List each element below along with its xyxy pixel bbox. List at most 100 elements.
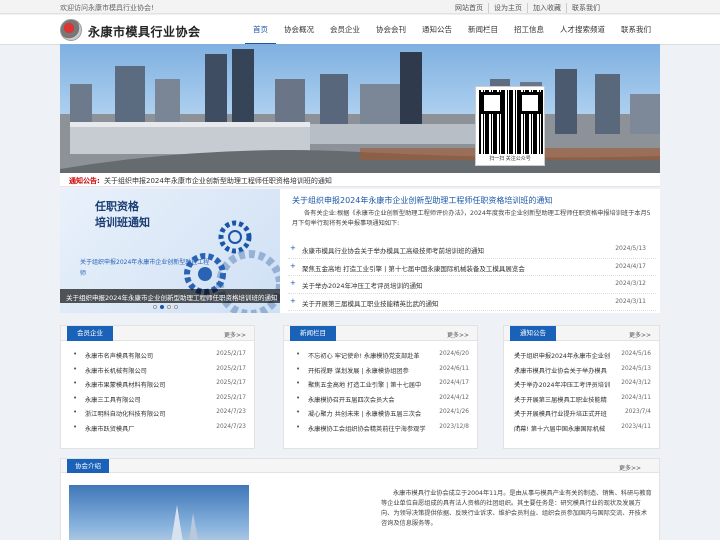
intro-header: 协会介绍 更多>> bbox=[61, 459, 659, 473]
list-item-date: 2024/7/23 bbox=[216, 423, 246, 430]
list-item-title[interactable]: 永康模协召开五届四次会员大会 bbox=[308, 395, 436, 404]
list-item[interactable]: 永康市跃贸模具厂2024/7/23 bbox=[61, 421, 254, 436]
slide-dot[interactable] bbox=[167, 305, 171, 309]
list-item[interactable]: 关于组织申报2024年永康市企业创 2024/5/16 bbox=[504, 348, 659, 363]
list-item-title[interactable]: 关于开展第三届模具工职业技能精 bbox=[514, 395, 612, 404]
building-image bbox=[171, 505, 199, 540]
logo-icon[interactable] bbox=[60, 19, 82, 41]
list-item-title[interactable]: 聚焦五金高地 打造工业引擎 | 第十七届中 bbox=[308, 380, 436, 389]
list-item-date: 2024/5/13 bbox=[621, 365, 651, 372]
list-item[interactable]: 永康模协工会组织协会精英前往宁海参观学2023/12/8 bbox=[284, 421, 477, 436]
nav-item-about[interactable]: 协会概况 bbox=[276, 15, 322, 45]
list-item[interactable]: 永康市模具行业协会关于举办模具工高级技师考前培训班的通知 2024/5/13 bbox=[288, 241, 656, 259]
slide-dot[interactable] bbox=[160, 305, 164, 309]
slide-heading: 任职资格 培训班通知 bbox=[95, 199, 150, 231]
nav-item-contact[interactable]: 联系我们 bbox=[613, 15, 659, 45]
intro-tab[interactable]: 协会介绍 bbox=[67, 459, 109, 473]
city-skyline-image bbox=[60, 49, 660, 173]
link-set-homepage[interactable]: 设为主页 bbox=[488, 3, 527, 13]
list-item[interactable]: 关于举办2024年冲压工考评员培训 2024/3/12 bbox=[504, 377, 659, 392]
list-item[interactable]: 永康市果蒙模具材料有限公司2025/2/17 bbox=[61, 377, 254, 392]
nav-item-news[interactable]: 新闻栏目 bbox=[460, 15, 506, 45]
list-item-title[interactable]: 浙江明科自动化科技有限公司 bbox=[85, 409, 213, 418]
notice-label: 通知公告: bbox=[69, 177, 100, 185]
list-item-title[interactable]: 永康市跃贸模具厂 bbox=[85, 424, 213, 433]
list-item-date: 2024/5/16 bbox=[621, 351, 651, 357]
members-tab[interactable]: 会员企业 bbox=[67, 326, 113, 341]
list-item[interactable]: 永康模协召开五届四次会员大会2024/4/12 bbox=[284, 392, 477, 407]
hero-banner[interactable]: 扫一扫 关注公众号 bbox=[60, 44, 660, 173]
list-item-title[interactable]: 闭幕! 第十六届中国永康国际机械 bbox=[514, 424, 612, 433]
list-item[interactable]: 永康市模具行业协会关于举办模具 2024/5/13 bbox=[504, 363, 659, 378]
list-item[interactable]: 关于开展第三届模具工职业技能精 2024/3/11 bbox=[504, 392, 659, 407]
notices-more-link[interactable]: 更多>> bbox=[629, 330, 651, 339]
list-item[interactable]: 不忘初心 牢记使命! 永康模协党支部赴革2024/6/20 bbox=[284, 348, 477, 363]
slide-dot[interactable] bbox=[174, 305, 178, 309]
list-item[interactable]: 聚焦五金高地 打造工业引擎 | 第十七届中2024/4/17 bbox=[284, 377, 477, 392]
list-item-title[interactable]: 不忘初心 牢记使命! 永康模协党支部赴革 bbox=[308, 351, 436, 360]
list-item-title[interactable]: 永康模协工会组织协会精英前往宁海参观学 bbox=[308, 424, 436, 433]
feature-title[interactable]: 关于组织申报2024年永康市企业创新型助理工程师任职资格培训班的通知 bbox=[292, 195, 552, 206]
link-contact[interactable]: 联系我们 bbox=[566, 3, 605, 13]
list-item-date: 2023/7/4 bbox=[624, 409, 651, 415]
list-item-date: 2024/7/23 bbox=[216, 409, 246, 415]
slide-caption[interactable]: 关于组织申报2024年永康市企业创新型助理工程师任职资格培训班的通知 bbox=[60, 289, 280, 303]
feature-section: 任职资格 培训班通知 关于组织申报2024年永康市企业创新型助理工程师 关于组织… bbox=[60, 189, 660, 313]
welcome-text: 欢迎访问永康市模具行业协会! bbox=[60, 4, 154, 12]
list-item[interactable]: 浙江明科自动化科技有限公司2024/7/23 bbox=[61, 406, 254, 421]
list-item-title[interactable]: 开拓视野 谋划发展 | 永康模协组团参 bbox=[308, 366, 436, 375]
qr-code: 扫一扫 关注公众号 bbox=[475, 86, 545, 166]
list-item-title[interactable]: 永康市名声模具有限公司 bbox=[85, 351, 213, 360]
notices-box: 通知公告 更多>> 关于组织申报2024年永康市企业创 2024/5/16 永康市… bbox=[503, 325, 660, 449]
slide-subtitle: 关于组织申报2024年永康市企业创新型助理工程师 bbox=[80, 259, 210, 277]
list-item-title[interactable]: 永康市长机械有限公司 bbox=[85, 366, 213, 375]
intro-image bbox=[69, 485, 249, 540]
list-item[interactable]: 关于开展第三届模具工职业技能精英比武的通知 2024/3/11 bbox=[288, 294, 656, 311]
list-item-title[interactable]: 关于举办2024年冲压工考评员培训的通知 bbox=[302, 280, 423, 290]
list-item[interactable]: 永康三工具有限公司2025/2/17 bbox=[61, 392, 254, 407]
list-item[interactable]: 聚焦五金高地 打造工业引擎 | 第十七届中国永康国际机械装备及工模具展览会 20… bbox=[288, 259, 656, 276]
nav-item-talent[interactable]: 人才搜索频道 bbox=[552, 15, 613, 45]
site-title[interactable]: 永康市模具行业协会 bbox=[88, 23, 201, 40]
list-item[interactable]: 永康市名声模具有限公司2025/2/17 bbox=[61, 348, 254, 363]
list-item-title[interactable]: 关于开展第三届模具工职业技能精英比武的通知 bbox=[302, 298, 439, 308]
feature-slide[interactable]: 任职资格 培训班通知 关于组织申报2024年永康市企业创新型助理工程师 关于组织… bbox=[60, 189, 280, 313]
slide-heading-line2: 培训班通知 bbox=[95, 216, 150, 229]
list-item-title[interactable]: 永康市模具行业协会关于举办模具 bbox=[514, 366, 612, 375]
news-more-link[interactable]: 更多>> bbox=[447, 330, 469, 339]
list-item-title[interactable]: 永康市果蒙模具材料有限公司 bbox=[85, 380, 213, 389]
link-add-favorite[interactable]: 加入收藏 bbox=[527, 3, 566, 13]
list-item[interactable]: 凝心聚力 共创未来 | 永康模协五届三次会2024/1/26 bbox=[284, 406, 477, 421]
list-item-title[interactable]: 永康三工具有限公司 bbox=[85, 395, 213, 404]
list-item[interactable]: 关于开展模具行业提升培正式开班 2023/7/4 bbox=[504, 406, 659, 421]
list-item-title[interactable]: 聚焦五金高地 打造工业引擎 | 第十七届中国永康国际机械装备及工模具展览会 bbox=[302, 263, 525, 273]
qr-caption: 扫一扫 关注公众号 bbox=[489, 156, 531, 162]
list-item-title[interactable]: 永康市模具行业协会关于举办模具工高级技师考前培训班的通知 bbox=[302, 245, 484, 255]
list-item[interactable]: 关于举办2024年冲压工考评员培训的通知 2024/3/12 bbox=[288, 276, 656, 294]
list-item-title[interactable]: 凝心聚力 共创未来 | 永康模协五届三次会 bbox=[308, 409, 436, 418]
news-tab[interactable]: 新闻栏目 bbox=[290, 326, 336, 341]
list-item-title[interactable]: 关于开展模具行业提升培正式开班 bbox=[514, 409, 612, 418]
nav-item-jobs[interactable]: 招工信息 bbox=[506, 15, 552, 45]
list-item-date: 2023/12/8 bbox=[439, 423, 469, 430]
slide-dot[interactable] bbox=[153, 305, 157, 309]
notices-tab[interactable]: 通知公告 bbox=[510, 326, 556, 341]
nav-item-members[interactable]: 会员企业 bbox=[322, 15, 368, 45]
qr-code-icon bbox=[479, 90, 543, 154]
list-item-title[interactable]: 关于组织申报2024年永康市企业创 bbox=[514, 351, 612, 360]
list-item[interactable]: 开拓视野 谋划发展 | 永康模协组团参2024/6/11 bbox=[284, 363, 477, 378]
list-item[interactable]: 闭幕! 第十六届中国永康国际机械 2023/4/11 bbox=[504, 421, 659, 436]
notice-link[interactable]: 关于组织申报2024年永康市企业创新型助理工程师任职资格培训班的通知 bbox=[104, 176, 332, 186]
members-more-link[interactable]: 更多>> bbox=[224, 330, 246, 339]
nav-item-notices[interactable]: 通知公告 bbox=[414, 15, 460, 45]
link-home[interactable]: 网站首页 bbox=[450, 3, 488, 13]
list-item[interactable]: 永康市长机械有限公司2025/2/17 bbox=[61, 363, 254, 378]
notice-ticker: 通知公告: 关于组织申报2024年永康市企业创新型助理工程师任职资格培训班的通知 bbox=[60, 173, 660, 187]
nav-item-journal[interactable]: 协会会刊 bbox=[368, 15, 414, 45]
list-item-title[interactable]: 关于举办2024年冲压工考评员培训 bbox=[514, 380, 612, 389]
news-header: 新闻栏目 更多>> bbox=[284, 326, 477, 341]
intro-section: 协会介绍 更多>> 永康市模具行业协会成立于2004年11月。是由从事与模具产业… bbox=[60, 458, 660, 540]
members-list: 永康市名声模具有限公司2025/2/17 永康市长机械有限公司2025/2/17… bbox=[61, 348, 254, 435]
intro-more-link[interactable]: 更多>> bbox=[619, 463, 641, 472]
nav-item-home[interactable]: 首页 bbox=[245, 15, 276, 45]
